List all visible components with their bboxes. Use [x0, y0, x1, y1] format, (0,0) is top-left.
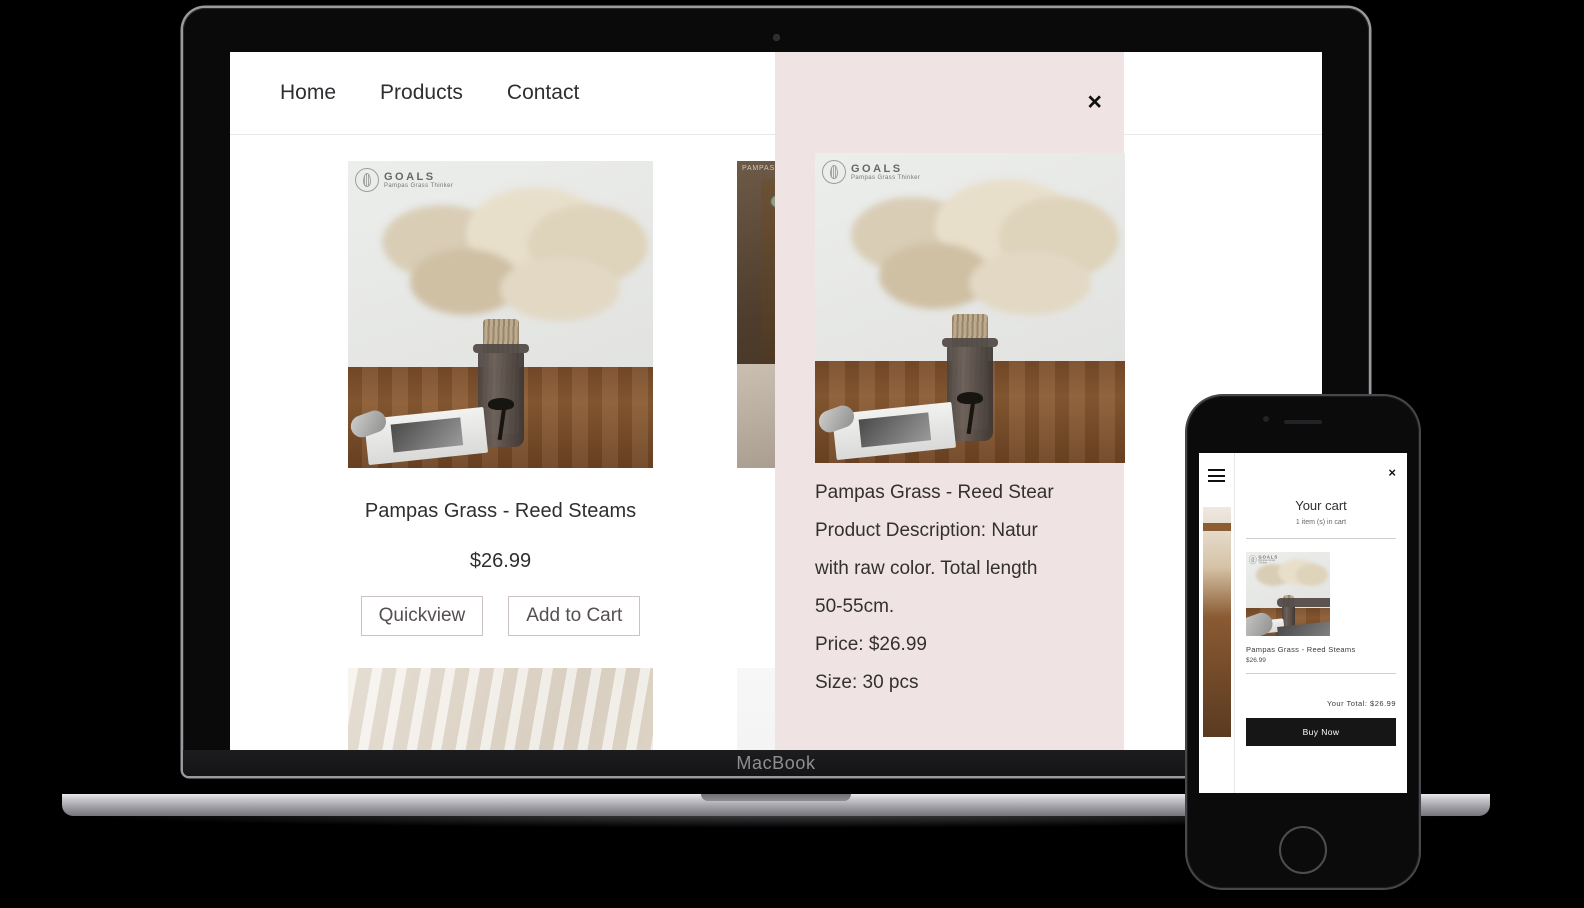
logo-tagline: Pampas Grass Thinker [851, 175, 921, 181]
iphone-home-button[interactable] [1279, 826, 1327, 874]
lace-photo [348, 668, 653, 750]
wreath-icon [1249, 555, 1257, 565]
cart-title: Your cart [1295, 498, 1347, 513]
mobile-background-image [1203, 507, 1231, 737]
plume-shape [500, 257, 620, 321]
nav-item-home[interactable]: Home [280, 81, 336, 105]
quickview-description-line: Product Description: Natur [815, 520, 1038, 541]
product-image[interactable]: GOALS Pampas Grass Thinker [348, 161, 653, 468]
nav-item-contact[interactable]: Contact [507, 81, 579, 105]
hamburger-menu-icon[interactable] [1208, 469, 1225, 486]
mobile-viewport: × Your cart 1 item (s) in cart GOALS Pam… [1199, 453, 1407, 793]
wreath-icon [822, 160, 846, 184]
website-viewport: Home Products Contact GOALS Pampas Grass… [230, 52, 1322, 750]
quickview-price: Price: $26.99 [815, 634, 927, 655]
logo-brand: GOALS [851, 163, 903, 175]
product-logo-watermark: GOALS Pampas Grass Thinker [822, 160, 920, 184]
product-image[interactable] [348, 668, 653, 750]
plume-shape [1296, 564, 1328, 586]
product-price: $26.99 [469, 550, 532, 572]
cart-drawer: × Your cart 1 item (s) in cart GOALS Pam… [1235, 453, 1407, 793]
product-card[interactable]: GOALS Pampas Grass Thinker Pampas Grass … [348, 161, 653, 636]
product-title: Pampas Grass - Reed Steams [364, 500, 637, 522]
logo-text: GOALS Pampas Grass Thinker [1258, 555, 1279, 564]
macbook-brand-label: MacBook [736, 752, 816, 773]
macbook-screen: Home Products Contact GOALS Pampas Grass… [230, 52, 1322, 750]
cart-total: Your Total: $26.99 [1326, 699, 1396, 708]
cart-item-thumbnail[interactable]: GOALS Pampas Grass Thinker [1246, 552, 1330, 636]
iphone-speaker [1284, 420, 1322, 424]
close-icon[interactable]: × [1388, 465, 1396, 480]
quickview-description-line: with raw color. Total length [815, 558, 1038, 579]
quickview-details: Pampas Grass - Reed Stear Product Descri… [815, 482, 1124, 710]
quickview-panel: × GOALS Pampas Grass Thinker Pampas Gras… [775, 52, 1125, 750]
buy-now-button[interactable]: Buy Now [1246, 718, 1396, 746]
quickview-button[interactable]: Quickview [360, 596, 484, 636]
pampas-photo [815, 153, 1125, 463]
logo-brand: GOALS [384, 171, 436, 183]
cart-item-price: $26.99 [1246, 657, 1266, 664]
plume-shape [969, 251, 1091, 315]
close-icon[interactable]: × [1087, 90, 1102, 115]
iphone-camera-icon [1263, 416, 1269, 422]
pampas-photo [1246, 552, 1330, 636]
cart-item-count: 1 item (s) in cart [1295, 519, 1347, 526]
photo-bow [957, 392, 983, 405]
product-logo-watermark: GOALS Pampas Grass Thinker [355, 168, 453, 192]
screenshot-stage: Home Products Contact GOALS Pampas Grass… [0, 0, 1584, 908]
logo-text: GOALS Pampas Grass Thinker [851, 163, 920, 181]
quickview-description-line: 50-55cm. [815, 596, 895, 617]
photo-magazine [1250, 618, 1285, 636]
logo-tagline: Pampas Grass Thinker [384, 183, 454, 189]
iphone-body: × Your cart 1 item (s) in cart GOALS Pam… [1187, 396, 1419, 888]
divider [1246, 673, 1396, 674]
pampas-photo [348, 161, 653, 468]
cart-item-name: Pampas Grass - Reed Steams [1246, 645, 1356, 654]
iphone-device: × Your cart 1 item (s) in cart GOALS Pam… [1187, 396, 1419, 888]
logo-tagline: Pampas Grass Thinker [1258, 559, 1276, 565]
quickview-size: Size: 30 pcs [815, 672, 919, 693]
nav-item-products[interactable]: Products [380, 81, 463, 105]
divider [1246, 538, 1396, 539]
mobile-page-behind [1199, 453, 1235, 793]
wreath-icon [355, 168, 379, 192]
logo-text: GOALS Pampas Grass Thinker [384, 171, 453, 189]
product-logo-watermark: GOALS Pampas Grass Thinker [1249, 555, 1280, 565]
add-to-cart-button[interactable]: Add to Cart [508, 596, 641, 636]
photo-bow [487, 397, 514, 410]
macbook-camera-icon [772, 34, 780, 41]
quickview-image: GOALS Pampas Grass Thinker [815, 153, 1125, 463]
iphone-screen: × Your cart 1 item (s) in cart GOALS Pam… [1199, 453, 1407, 793]
quickview-title: Pampas Grass - Reed Stear [815, 482, 1054, 503]
product-card[interactable] [348, 668, 653, 750]
product-actions: Quickview Add to Cart [348, 596, 653, 636]
